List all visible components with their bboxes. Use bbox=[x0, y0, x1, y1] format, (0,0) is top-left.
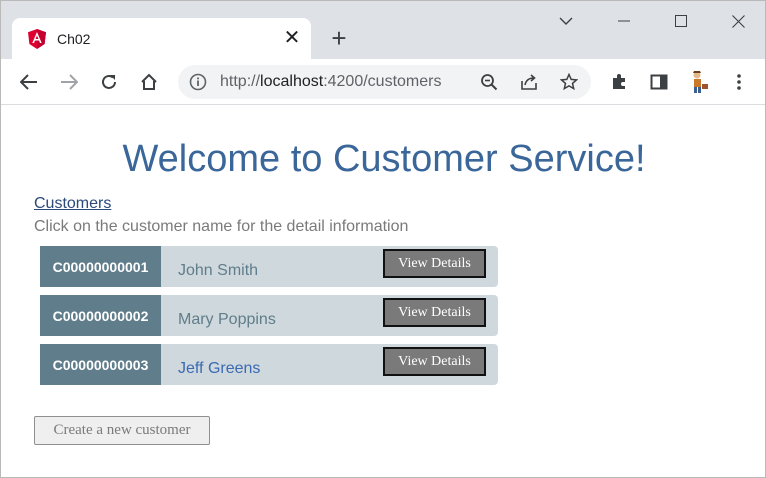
page-title: Welcome to Customer Service! bbox=[122, 138, 646, 180]
customer-id-badge: C00000000002 bbox=[40, 295, 161, 336]
side-panel-icon[interactable] bbox=[647, 70, 671, 94]
view-details-button[interactable]: View Details bbox=[383, 298, 486, 327]
star-icon[interactable] bbox=[559, 72, 579, 92]
tab-ch02[interactable]: Ch02 ✕ bbox=[12, 18, 311, 59]
new-tab-icon[interactable]: + bbox=[327, 25, 351, 51]
customer-row[interactable]: C00000000002 Mary Poppins View Details bbox=[40, 295, 498, 336]
view-details-button[interactable]: View Details bbox=[383, 249, 486, 278]
browser-toolbar: http://localhost:4200/customers bbox=[1, 59, 765, 105]
customer-row[interactable]: C00000000001 John Smith View Details bbox=[40, 246, 498, 287]
browser-window: Ch02 ✕ + http://localhost:4200/customers… bbox=[0, 0, 766, 478]
customer-list: C00000000001 John Smith View Details C00… bbox=[40, 246, 498, 393]
customer-row[interactable]: C00000000003 Jeff Greens View Details bbox=[40, 344, 498, 385]
customer-name[interactable]: Jeff Greens bbox=[178, 360, 260, 378]
share-icon[interactable] bbox=[519, 72, 539, 92]
url-path: :4200/customers bbox=[323, 73, 442, 90]
customer-id-badge: C00000000001 bbox=[40, 246, 161, 287]
customer-name[interactable]: John Smith bbox=[178, 262, 258, 280]
back-icon[interactable] bbox=[17, 70, 41, 94]
url-scheme: http:// bbox=[220, 73, 261, 90]
customers-link[interactable]: Customers bbox=[34, 195, 111, 213]
tab-title: Ch02 bbox=[57, 31, 91, 47]
view-details-button[interactable]: View Details bbox=[383, 347, 486, 376]
angular-favicon bbox=[28, 29, 46, 49]
url-host: localhost bbox=[260, 73, 324, 90]
reload-icon[interactable] bbox=[97, 70, 121, 94]
maximize-icon[interactable] bbox=[669, 9, 693, 33]
minimize-icon[interactable] bbox=[612, 9, 636, 33]
home-icon[interactable] bbox=[137, 70, 161, 94]
url-text[interactable]: http://localhost:4200/customers bbox=[220, 73, 441, 91]
customer-name[interactable]: Mary Poppins bbox=[178, 311, 276, 329]
hint-text: Click on the customer name for the detai… bbox=[34, 218, 409, 235]
address-bar[interactable]: http://localhost:4200/customers bbox=[178, 65, 591, 99]
close-icon[interactable]: ✕ bbox=[282, 28, 302, 48]
zoom-icon[interactable] bbox=[479, 72, 499, 92]
window-close-icon[interactable] bbox=[726, 9, 750, 33]
page-content: Welcome to Customer Service! Customers C… bbox=[1, 105, 765, 477]
menu-icon[interactable] bbox=[727, 70, 751, 94]
tab-strip: Ch02 ✕ + bbox=[1, 1, 765, 59]
chevron-down-icon[interactable] bbox=[554, 9, 578, 33]
forward-icon[interactable] bbox=[57, 70, 81, 94]
extensions-icon[interactable] bbox=[607, 70, 631, 94]
profile-avatar[interactable] bbox=[687, 70, 711, 94]
create-customer-button[interactable]: Create a new customer bbox=[34, 416, 210, 445]
customer-id-badge: C00000000003 bbox=[40, 344, 161, 385]
info-icon[interactable] bbox=[189, 73, 207, 91]
